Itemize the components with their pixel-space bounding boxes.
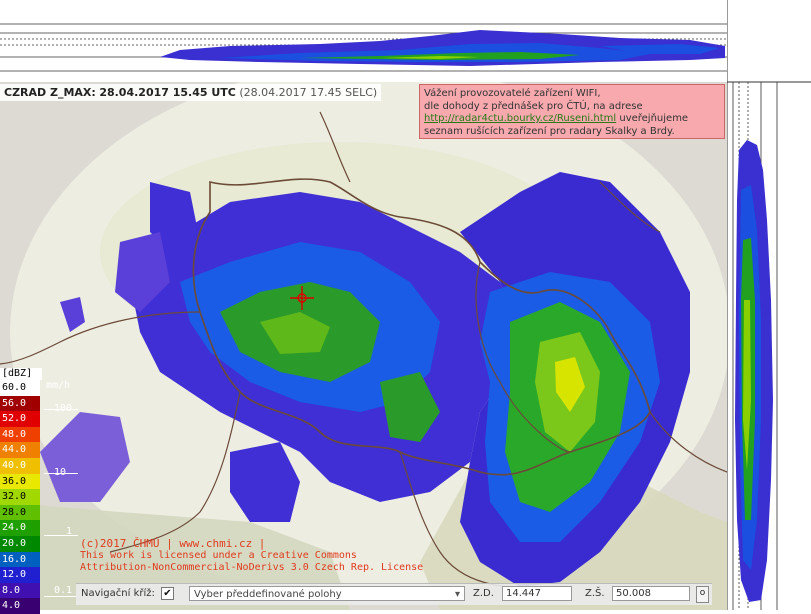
go-button[interactable]: o — [696, 586, 709, 603]
copyright-line-3[interactable]: Attribution-NonCommercial-NoDerivs 3.0 C… — [80, 562, 423, 574]
legend-entry: 60.0 — [0, 380, 40, 396]
legend-entry: 44.0 — [0, 442, 40, 458]
legend-entry: 52.0 — [0, 411, 40, 427]
time-utc: 28.04.2017 15.45 UTC — [99, 86, 236, 99]
legend-entry: 36.0 — [0, 473, 40, 490]
latitude-input[interactable]: 50.008 — [612, 586, 690, 601]
navigation-toolbar: Navigační kříž: ✔ Vyber předdefinované p… — [76, 583, 712, 605]
legend-unit: [dBZ] — [0, 368, 42, 380]
longitude-label: Z.D. — [473, 588, 494, 599]
wifi-notice: Vážení provozovatelé zařízení WIFI, dle … — [419, 84, 725, 139]
legend-entry: 16.0 — [0, 551, 40, 568]
dbz-legend: [dBZ] 60.0 56.0 52.0 48.0 44.0 40.0 36.0 32.0 28… — [0, 368, 44, 614]
notice-link[interactable]: http://radar4ctu.bourky.cz/Ruseni.html — [424, 113, 616, 124]
nav-cross-label: Navigační kříž: — [81, 588, 155, 599]
notice-line-3: http://radar4ctu.bourky.cz/Ruseni.html u… — [424, 113, 720, 126]
side-vertical-profile — [727, 0, 811, 610]
longitude-input[interactable]: 14.447 — [502, 586, 572, 601]
legend-rows: 60.0 56.0 52.0 48.0 44.0 40.0 36.0 32.0 28.0 24.0… — [0, 380, 44, 614]
top-vertical-profile — [0, 0, 727, 82]
product-title: CZRAD Z_MAX: 28.04.2017 15.45 UTC (28.04… — [0, 84, 382, 101]
product-name: CZRAD Z_MAX: — [4, 86, 96, 99]
chevron-down-icon: ▾ — [454, 589, 460, 600]
preset-location-select[interactable]: Vyber předdefinované polohy ▾ — [189, 586, 465, 601]
legend-entry: 12.0 — [0, 567, 40, 583]
copyright-line-2[interactable]: This work is licensed under a Creative C… — [80, 550, 423, 562]
legend-entry: 56.0 — [0, 395, 40, 412]
legend-entry: 32.0 — [0, 489, 40, 505]
legend-entry: 48.0 — [0, 426, 40, 443]
notice-line-3-suffix: uveřejňujeme — [616, 113, 689, 124]
copyright-notice: (c)2017 ČHMÚ | www.chmi.cz | This work i… — [80, 538, 423, 574]
latitude-label: Z.Š. — [585, 588, 605, 599]
legend-entry: 40.0 — [0, 457, 40, 474]
nav-cross-checkbox[interactable]: ✔ — [161, 587, 174, 600]
radar-map[interactable] — [0, 82, 727, 610]
preset-select-value: Vyber předdefinované polohy — [194, 589, 342, 600]
legend-entry: 28.0 — [0, 504, 40, 521]
notice-line-1: Vážení provozovatelé zařízení WIFI, — [424, 88, 601, 99]
legend-entry: 4.0 — [0, 598, 40, 614]
copyright-line-1[interactable]: (c)2017 ČHMÚ | www.chmi.cz | — [80, 538, 423, 550]
notice-line-4: seznam rušících zařízení pro radary Skal… — [424, 125, 675, 137]
legend-entry: 8.0 — [0, 582, 40, 599]
notice-line-2: dle dohody z přednášek pro ČTÚ, na adres… — [424, 100, 643, 112]
legend-entry: 20.0 — [0, 535, 40, 552]
legend-entry: 24.0 — [0, 520, 40, 536]
time-selc: (28.04.2017 17.45 SELC) — [239, 86, 378, 99]
